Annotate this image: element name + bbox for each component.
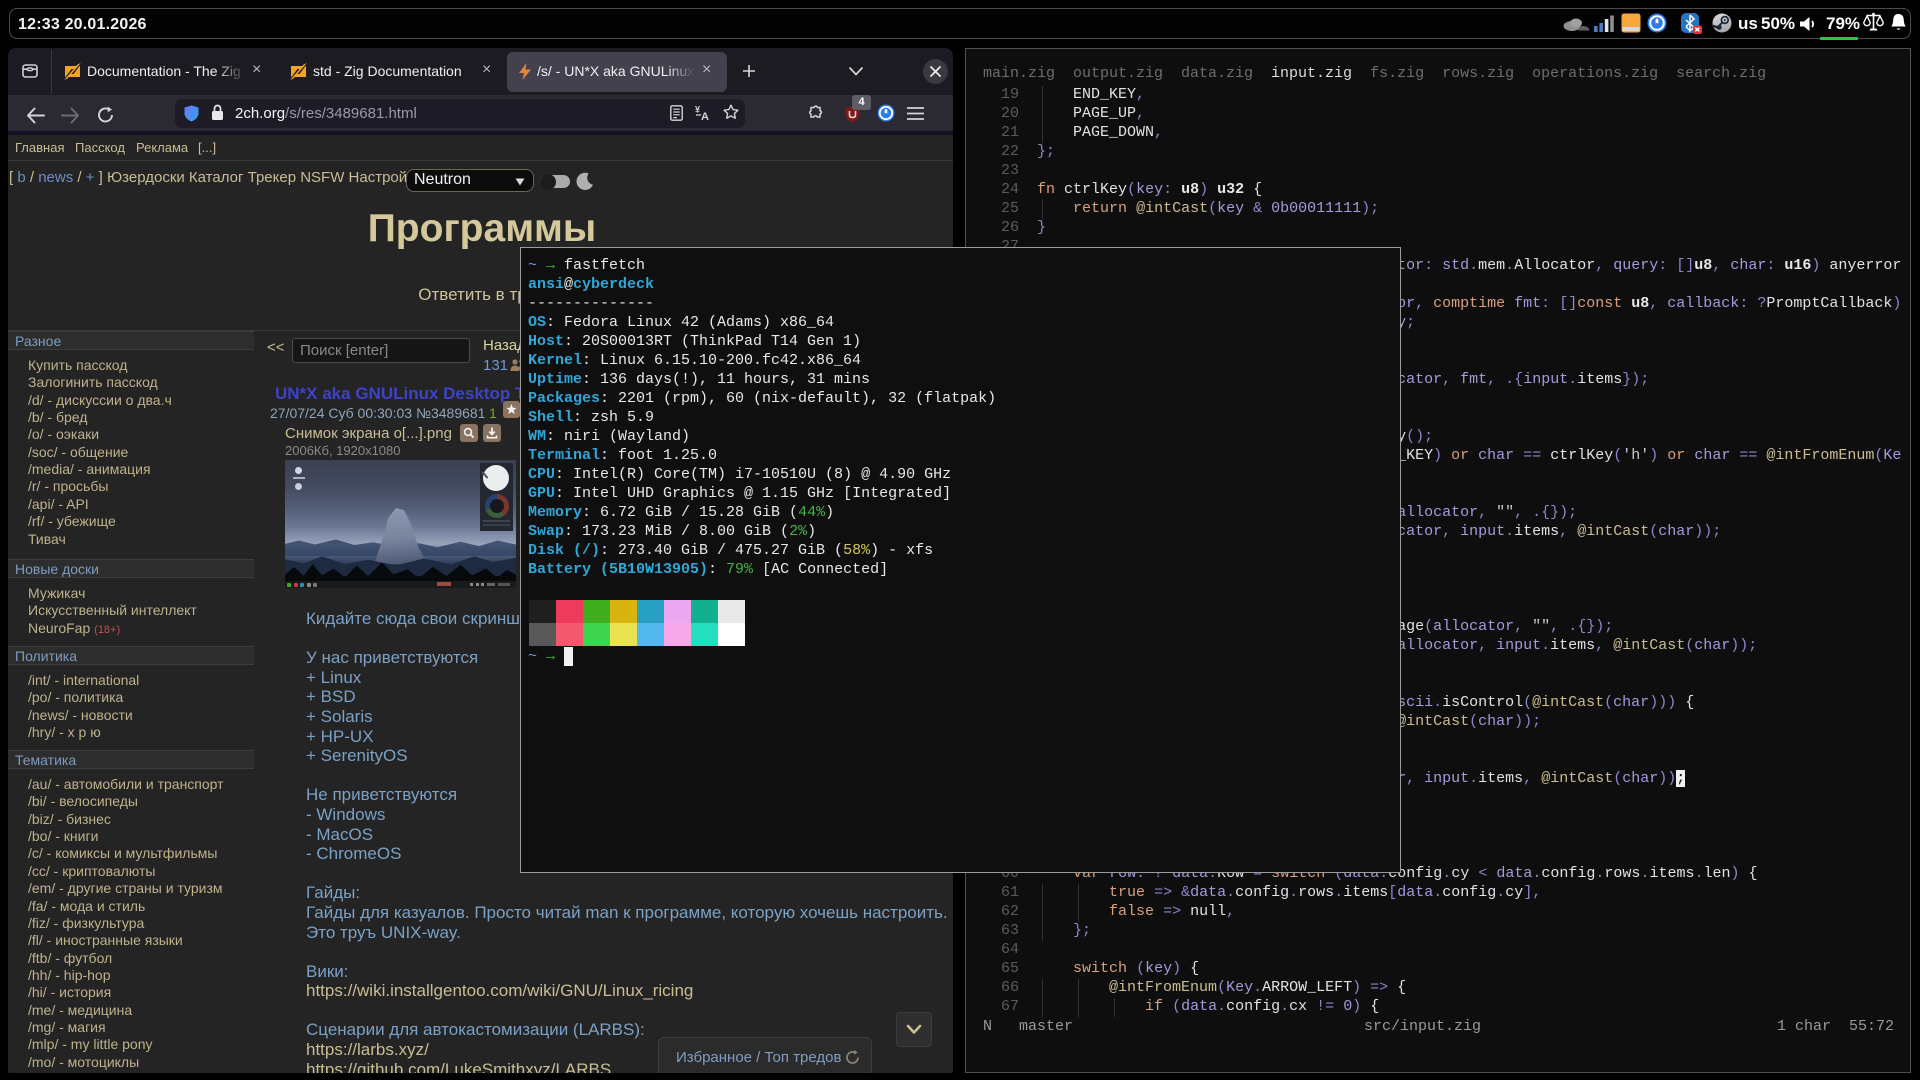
svg-text:¥: ¥	[695, 105, 700, 115]
svg-text:A: A	[701, 111, 709, 121]
